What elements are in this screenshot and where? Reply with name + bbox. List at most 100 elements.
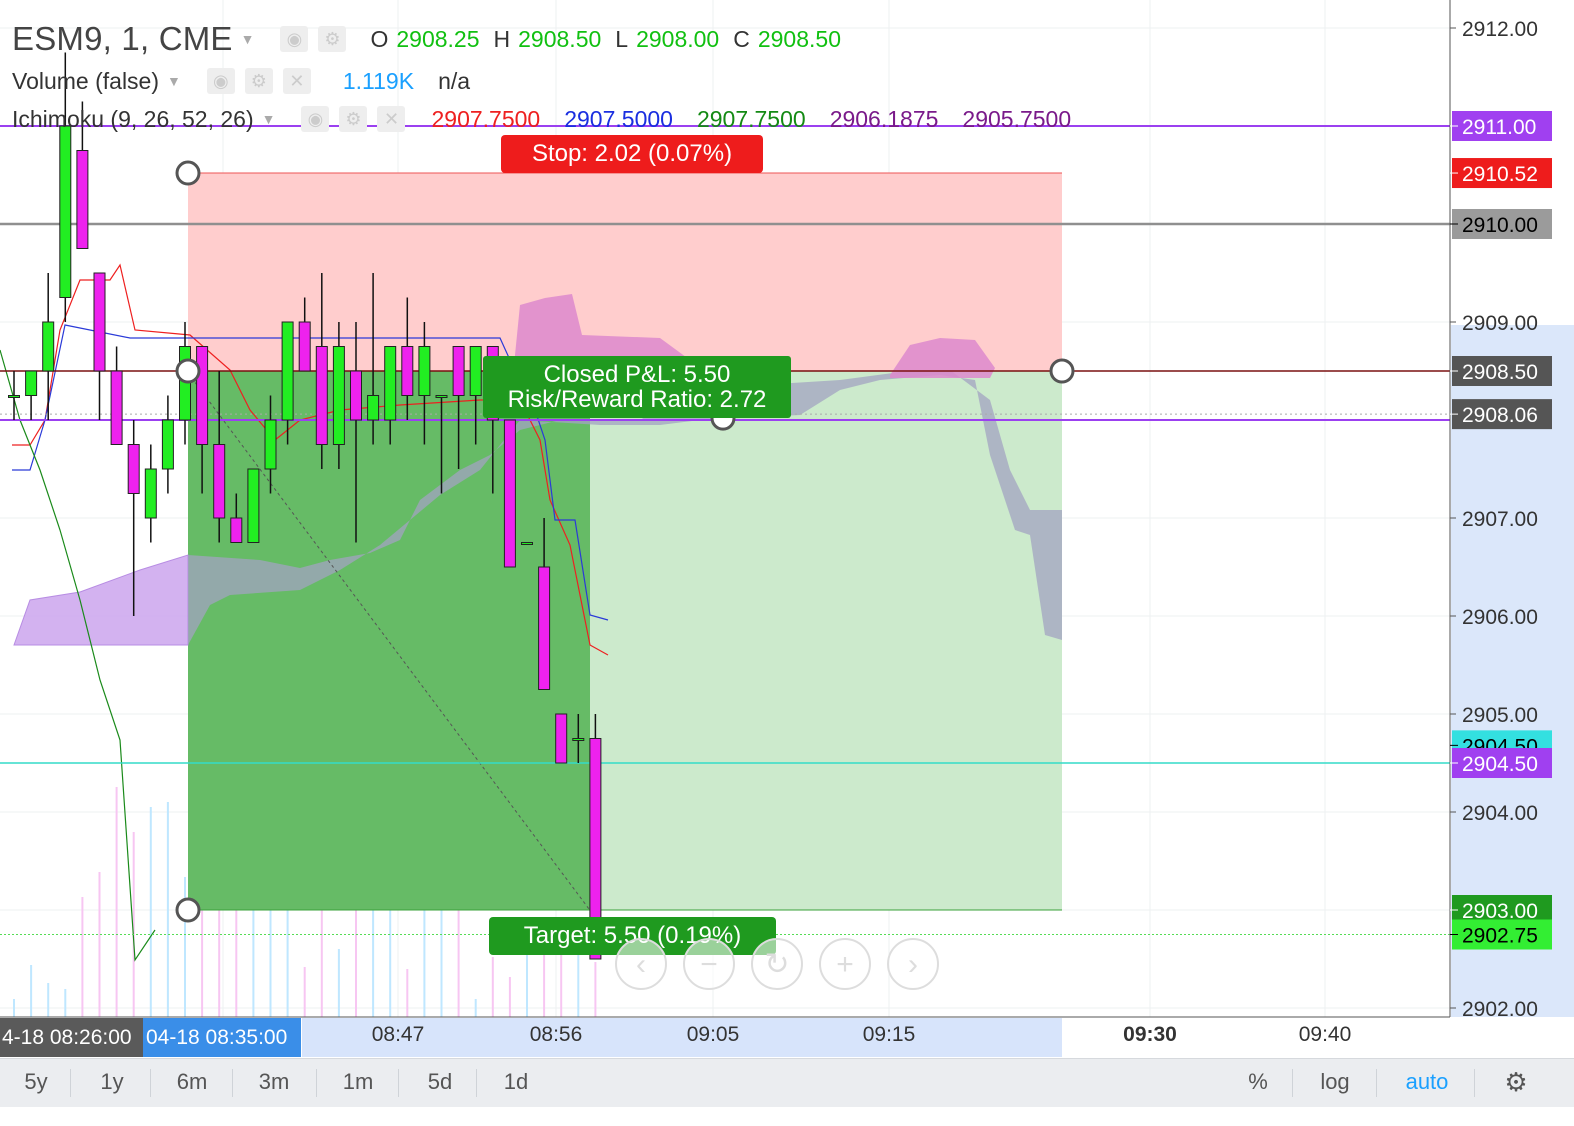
price-tick-label: 2906.00 — [1462, 606, 1538, 629]
price-tick-label: 2902.00 — [1462, 998, 1538, 1021]
close-icon[interactable]: ✕ — [282, 68, 311, 94]
candle-body — [42, 321, 55, 372]
candle-body — [59, 125, 72, 298]
volume-bar — [115, 787, 118, 1017]
candle-body — [230, 517, 243, 543]
toolbar-divider — [1292, 1069, 1293, 1097]
candle-body — [144, 468, 157, 519]
bottom-toolbar: 5y 1y 6m 3m 1m 5d 1d % log auto ⚙ — [0, 1058, 1574, 1107]
gear-icon[interactable]: ⚙ — [1490, 1059, 1542, 1107]
price-label-text: 2910.00 — [1462, 214, 1538, 237]
range-1y-button[interactable]: 1y — [86, 1059, 138, 1107]
eye-icon[interactable]: ◉ — [280, 26, 309, 52]
toolbar-divider — [1474, 1069, 1475, 1097]
candle-body — [418, 346, 431, 396]
gear-icon[interactable]: ⚙ — [244, 68, 273, 94]
volume-bar — [337, 949, 340, 1017]
position-handle[interactable] — [175, 160, 201, 186]
volume-bar — [149, 807, 152, 1017]
scroll-left-button[interactable]: ‹ — [615, 938, 667, 990]
closed-pl-label[interactable]: Closed P&L: 5.50 Risk/Reward Ratio: 2.72 — [483, 356, 791, 418]
toolbar-divider — [316, 1069, 317, 1097]
candle-body — [332, 346, 345, 445]
range-6m-button[interactable]: 6m — [166, 1059, 218, 1107]
candle-body — [469, 346, 482, 396]
position-handle[interactable] — [1049, 358, 1075, 384]
ichimoku-span-a-value: 2906.1875 — [829, 105, 939, 132]
price-label-text: 2908.06 — [1462, 404, 1538, 427]
zoom-in-button[interactable]: + — [819, 938, 871, 990]
chevron-down-icon[interactable]: ▼ — [167, 73, 181, 89]
candle-body — [367, 395, 380, 421]
volume-bar — [166, 802, 169, 1017]
eye-icon[interactable]: ◉ — [206, 68, 235, 94]
candle-body — [264, 419, 277, 470]
volume-bar — [526, 947, 528, 1017]
eye-icon[interactable]: ◉ — [301, 106, 330, 132]
range-5d-button[interactable]: 5d — [414, 1059, 466, 1107]
open-label: O — [370, 25, 389, 52]
volume-extra: n/a — [438, 67, 471, 94]
chevron-down-icon[interactable]: ▼ — [262, 111, 276, 127]
price-tick-label: 2912.00 — [1462, 18, 1538, 41]
time-range-end-label: 04-18 08:35:00 — [146, 1026, 287, 1049]
ichimoku-base-value: 2907.5000 — [564, 105, 673, 132]
candle-body — [247, 468, 260, 543]
high-value: 2908.50 — [518, 25, 602, 52]
volume-bar — [30, 965, 33, 1017]
price-label-text: 2910.52 — [1462, 163, 1538, 186]
candle-body — [350, 370, 362, 421]
reset-button[interactable]: ↻ — [751, 938, 803, 990]
position-handle[interactable] — [175, 897, 201, 923]
log-scale-button[interactable]: log — [1306, 1059, 1364, 1107]
candle-body — [161, 419, 174, 470]
low-label: L — [615, 25, 629, 52]
volume-bar — [491, 957, 494, 1017]
open-value: 2908.25 — [396, 25, 480, 52]
risk-reward-text: Risk/Reward Ratio: 2.72 — [507, 386, 767, 413]
candle-body — [196, 346, 209, 445]
ichimoku-indicator-label[interactable]: Ichimoku (9, 26, 52, 26) — [12, 106, 254, 133]
price-label-text: 2908.50 — [1462, 361, 1538, 384]
candle-body — [521, 542, 533, 545]
candle — [503, 419, 516, 568]
gear-icon[interactable]: ⚙ — [318, 26, 347, 52]
volume-bar — [252, 897, 255, 1017]
percent-scale-button[interactable]: % — [1232, 1059, 1284, 1107]
candle-body — [538, 566, 551, 690]
candle-body — [76, 150, 89, 249]
scroll-right-button[interactable]: › — [887, 938, 939, 990]
candle-body — [384, 346, 397, 421]
zoom-out-button[interactable]: − — [683, 938, 735, 990]
volume-bar — [406, 969, 409, 1017]
candle-body — [93, 272, 106, 372]
price-label-text: 2904.50 — [1462, 753, 1538, 776]
time-tick-label: 08:47 — [372, 1023, 425, 1046]
candle-body — [315, 346, 328, 445]
toolbar-divider — [1376, 1069, 1377, 1097]
closed-profit-zone — [188, 371, 590, 910]
volume-bar — [508, 977, 511, 1017]
volume-bar — [303, 967, 306, 1017]
auto-scale-button[interactable]: auto — [1392, 1059, 1462, 1107]
position-handle[interactable] — [175, 358, 201, 384]
volume-value: 1.119K — [342, 67, 415, 94]
toolbar-divider — [398, 1069, 399, 1097]
range-5y-button[interactable]: 5y — [10, 1059, 62, 1107]
toolbar-divider — [150, 1069, 151, 1097]
volume-bar — [218, 897, 221, 1017]
symbol-title[interactable]: ESM9, 1, CME — [12, 20, 233, 58]
volume-bar — [81, 897, 84, 1017]
ichimoku-legend-row: Ichimoku (9, 26, 52, 26) ▼ ◉ ⚙ ✕ 2907.75… — [12, 102, 1071, 136]
ichimoku-lagging-value: 2907.7500 — [696, 105, 806, 132]
volume-indicator-label[interactable]: Volume (false) — [12, 68, 159, 95]
candle — [521, 542, 533, 545]
stop-label[interactable]: Stop: 2.02 (0.07%) — [501, 135, 763, 173]
gear-icon[interactable]: ⚙ — [339, 106, 368, 132]
range-1m-button[interactable]: 1m — [332, 1059, 384, 1107]
close-icon[interactable]: ✕ — [377, 106, 406, 132]
high-label: H — [493, 25, 511, 52]
range-1d-button[interactable]: 1d — [490, 1059, 542, 1107]
chevron-down-icon[interactable]: ▼ — [241, 31, 255, 47]
range-3m-button[interactable]: 3m — [248, 1059, 300, 1107]
